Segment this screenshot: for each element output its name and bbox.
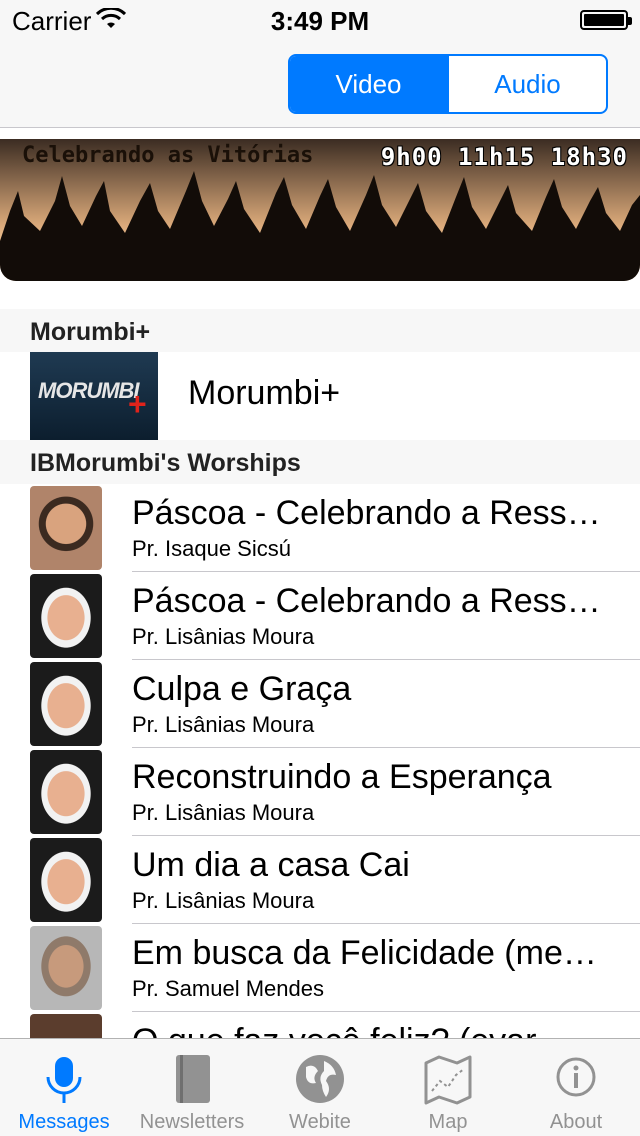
video-segment[interactable]: Video [290, 56, 447, 112]
battery-icon [580, 10, 632, 30]
crowd-silhouette-image [0, 171, 640, 281]
worship-title: Um dia a casa Cai [132, 846, 410, 884]
list-item[interactable]: Páscoa - Celebrando a Ressurreição Pr. L… [0, 572, 640, 660]
book-icon [176, 1055, 210, 1103]
tab-about[interactable]: About [512, 1039, 640, 1136]
list-item[interactable]: Em busca da Felicidade (mensagem) Pr. Sa… [0, 924, 640, 1012]
speaker-avatar [30, 750, 102, 834]
tab-website[interactable]: Webite [256, 1039, 384, 1136]
list-item[interactable]: O que faz você feliz? (evar [0, 1012, 640, 1038]
featured-label: Morumbi+ [188, 374, 341, 412]
worship-title: Em busca da Felicidade (mensagem) [132, 934, 608, 972]
speaker-avatar [30, 486, 102, 570]
worship-title: Páscoa - Celebrando a Ressurreição [132, 582, 608, 620]
tab-map[interactable]: Map [384, 1039, 512, 1136]
banner-times: 9h00 11h15 18h30 [380, 143, 628, 171]
worship-title: Reconstruindo a Esperança [132, 758, 552, 796]
worship-speaker: Pr. Samuel Mendes [132, 976, 324, 1001]
section-header-worships: IBMorumbi's Worships [0, 440, 640, 484]
tab-label: Map [428, 1111, 468, 1133]
clock: 3:49 PM [270, 6, 370, 36]
microphone-icon [46, 1057, 82, 1103]
worship-speaker: Pr. Lisânias Moura [132, 712, 315, 737]
worship-title: O que faz você feliz? (evar [132, 1022, 608, 1038]
info-icon [556, 1057, 596, 1097]
campaign-banner[interactable]: Celebrando as Vitórias 9h00 11h15 18h30 [0, 139, 640, 281]
speaker-avatar [30, 1014, 102, 1038]
status-bar: Carrier 3:49 PM [0, 0, 640, 40]
speaker-avatar [30, 574, 102, 658]
list-item[interactable]: Reconstruindo a Esperança Pr. Lisânias M… [0, 748, 640, 836]
list-item[interactable]: Culpa e Graça Pr. Lisânias Moura [0, 660, 640, 748]
banner-title: Celebrando as Vitórias [22, 143, 314, 168]
morumbi-plus-logo: MORUMBI + [30, 352, 158, 440]
worship-title: Páscoa - Celebrando a Ressurreição [132, 494, 608, 532]
messages-list[interactable]: Celebrando as Vitórias 9h00 11h15 18h30 … [0, 129, 640, 1038]
tab-label: Webite [289, 1111, 351, 1133]
list-item[interactable]: Um dia a casa Cai Pr. Lisânias Moura [0, 836, 640, 924]
worship-speaker: Pr. Lisânias Moura [132, 624, 315, 649]
speaker-avatar [30, 662, 102, 746]
worship-speaker: Pr. Lisânias Moura [132, 888, 315, 913]
tab-label: About [549, 1111, 603, 1133]
worship-list: Páscoa - Celebrando a Ressurreição Pr. I… [0, 484, 640, 1038]
globe-icon [296, 1055, 344, 1103]
featured-row-morumbi-plus[interactable]: MORUMBI + Morumbi+ [0, 352, 640, 440]
worship-speaker: Pr. Lisânias Moura [132, 800, 315, 825]
worship-title: Culpa e Graça [132, 670, 352, 708]
navigation-bar: Carrier 3:49 PM Video Audio [0, 0, 640, 128]
tab-label: Messages [18, 1111, 110, 1133]
tab-messages[interactable]: Messages [0, 1039, 128, 1136]
tab-bar: Messages Newsletters Webite Map About [0, 1038, 640, 1136]
section-header-featured: Morumbi+ [0, 309, 640, 353]
speaker-avatar [30, 838, 102, 922]
media-type-segmented-control[interactable]: Video Audio [288, 54, 608, 114]
list-item[interactable]: Páscoa - Celebrando a Ressurreição Pr. I… [0, 484, 640, 572]
audio-segment[interactable]: Audio [447, 56, 606, 112]
map-icon [424, 1055, 472, 1105]
tab-label: Newsletters [139, 1111, 245, 1133]
speaker-avatar [30, 926, 102, 1010]
worship-speaker: Pr. Isaque Sicsú [132, 536, 291, 561]
tab-newsletters[interactable]: Newsletters [128, 1039, 256, 1136]
